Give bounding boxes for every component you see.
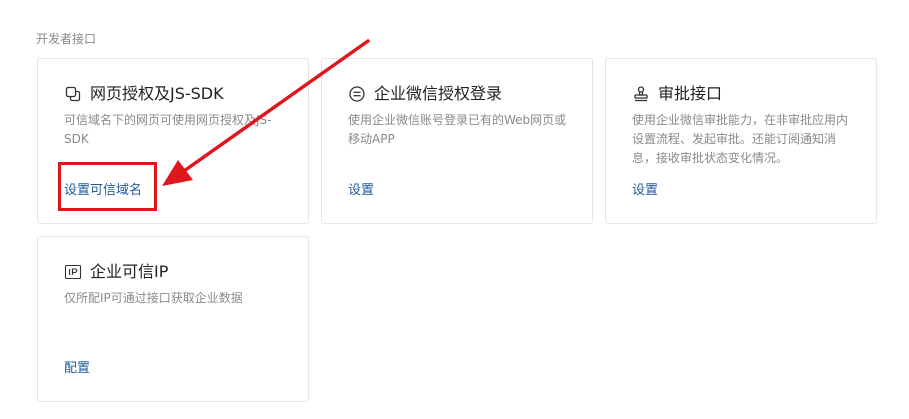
highlight-box	[58, 162, 157, 211]
card-header: 企业可信IP	[64, 262, 168, 282]
card-wecom-login: 企业微信授权登录 使用企业微信账号登录已有的Web网页或 移动APP 设置	[321, 58, 593, 224]
card-description: 使用企业微信审批能力，在非审批应用内 设置流程、发起审批。还能订阅通知消 息，接…	[632, 111, 848, 168]
card-header: 企业微信授权登录	[348, 84, 502, 104]
equals-circle-icon	[348, 85, 366, 103]
card-header: 网页授权及JS-SDK	[64, 84, 224, 104]
card-trusted-ip: 企业可信IP 仅所配IP可通过接口获取企业数据 配置	[37, 236, 309, 402]
card-title: 企业可信IP	[90, 262, 169, 281]
card-description-line: 仅所配IP可通过接口获取企业数据	[64, 291, 243, 305]
approval-settings-link[interactable]: 设置	[632, 183, 658, 199]
card-description: 仅所配IP可通过接口获取企业数据	[64, 289, 243, 308]
card-description: 使用企业微信账号登录已有的Web网页或 移动APP	[348, 111, 566, 149]
card-description-line: 设置流程、发起审批。还能订阅通知消	[632, 132, 837, 146]
card-description-line: SDK	[64, 132, 89, 146]
ip-badge-icon	[64, 263, 82, 281]
card-description-line: 息，接收审批状态变化情况。	[632, 151, 789, 165]
card-description: 可信域名下的网页可使用网页授权及JS- SDK	[64, 111, 272, 149]
card-description-line: 使用企业微信账号登录已有的Web网页或	[348, 113, 567, 127]
card-title: 网页授权及JS-SDK	[90, 84, 224, 103]
copy-pages-icon	[64, 85, 82, 103]
card-description-line: 使用企业微信审批能力，在非审批应用内	[632, 113, 849, 127]
wecom-login-settings-link[interactable]: 设置	[348, 183, 374, 199]
card-description-line: 可信域名下的网页可使用网页授权及JS-	[64, 113, 272, 127]
card-description-line: 移动APP	[348, 132, 395, 146]
stamp-icon	[632, 85, 650, 103]
card-header: 审批接口	[632, 84, 722, 104]
trusted-ip-configure-link[interactable]: 配置	[64, 361, 90, 377]
card-title: 企业微信授权登录	[374, 84, 503, 103]
section-title: 开发者接口	[36, 32, 97, 46]
card-approval-api: 审批接口 使用企业微信审批能力，在非审批应用内 设置流程、发起审批。还能订阅通知…	[605, 58, 877, 224]
card-title: 审批接口	[658, 84, 723, 103]
